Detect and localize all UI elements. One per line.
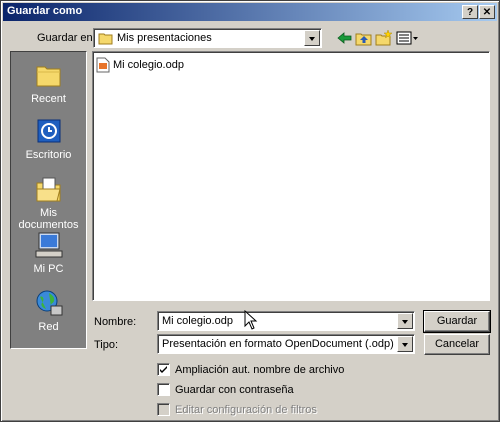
filetype-label: Tipo: [94, 339, 119, 351]
checkmark-icon [160, 366, 167, 373]
auto-extension-checkbox[interactable]: Ampliación aut. nombre de archivo [157, 363, 344, 376]
sidebar-item-label: Mi PC [33, 263, 64, 275]
sidebar-item-mi-pc[interactable]: Mi PC [11, 230, 86, 275]
save-in-label: Guardar en: [37, 32, 96, 44]
filetype-dropdown[interactable]: Presentación en formato OpenDocument (.o… [157, 334, 415, 354]
close-button[interactable]: ✕ [479, 5, 495, 19]
places-bar: Recent Escritorio Mis documentos Mi PC R… [10, 51, 87, 349]
mouse-cursor-icon [244, 310, 258, 330]
sidebar-item-red[interactable]: Red [11, 288, 86, 333]
my-computer-icon [35, 232, 62, 258]
filename-value: Mi colegio.odp [162, 315, 233, 327]
view-menu-icon[interactable] [396, 30, 420, 46]
save-as-dialog: Guardar como ? ✕ Guardar en: Mis present… [0, 0, 500, 422]
my-documents-icon [36, 177, 61, 202]
up-folder-icon[interactable] [355, 30, 373, 46]
file-list[interactable]: Mi colegio.odp [92, 51, 490, 301]
sidebar-item-label: Recent [31, 93, 66, 105]
filetype-value: Presentación en formato OpenDocument (.o… [162, 338, 394, 350]
list-item[interactable]: Mi colegio.odp [96, 57, 184, 73]
filter-label: Editar configuración de filtros [175, 403, 317, 416]
auto-extension-label: Ampliación aut. nombre de archivo [175, 363, 345, 376]
save-in-dropdown[interactable]: Mis presentaciones [93, 28, 322, 48]
sidebar-item-recent[interactable]: Recent [11, 60, 86, 105]
chevron-down-icon[interactable] [397, 313, 413, 329]
presentation-file-icon [96, 57, 110, 73]
sidebar-item-escritorio[interactable]: Escritorio [11, 116, 86, 161]
title-bar: Guardar como ? ✕ [3, 3, 497, 21]
checkbox-box[interactable] [157, 383, 170, 396]
filename-label: Nombre: [94, 316, 137, 328]
sidebar-item-mis-documentos[interactable]: Mis documentos [11, 174, 86, 231]
password-label: Guardar con contraseña [175, 383, 294, 396]
file-name: Mi colegio.odp [113, 59, 184, 71]
network-icon [36, 290, 62, 316]
save-in-value: Mis presentaciones [117, 32, 212, 44]
edit-filter-settings-checkbox: Editar configuración de filtros [157, 403, 317, 416]
cancel-button[interactable]: Cancelar [424, 334, 490, 355]
save-with-password-checkbox[interactable]: Guardar con contraseña [157, 383, 294, 396]
save-button[interactable]: Guardar [423, 310, 491, 333]
help-button[interactable]: ? [462, 5, 478, 19]
new-folder-icon[interactable] [375, 30, 393, 46]
folder-icon [98, 33, 113, 45]
chevron-down-icon[interactable] [304, 30, 320, 46]
checkbox-box [157, 403, 170, 416]
window-title: Guardar como [7, 5, 83, 17]
sidebar-item-label: Red [38, 321, 59, 333]
back-arrow-icon[interactable] [336, 30, 354, 46]
filename-input[interactable]: Mi colegio.odp [157, 311, 415, 331]
sidebar-item-label: Mis documentos [18, 207, 79, 231]
chevron-down-icon[interactable] [397, 336, 413, 352]
checkbox-box[interactable] [157, 363, 170, 376]
folder-icon [36, 66, 60, 87]
sidebar-item-label: Escritorio [25, 149, 72, 161]
desktop-icon [37, 119, 60, 143]
